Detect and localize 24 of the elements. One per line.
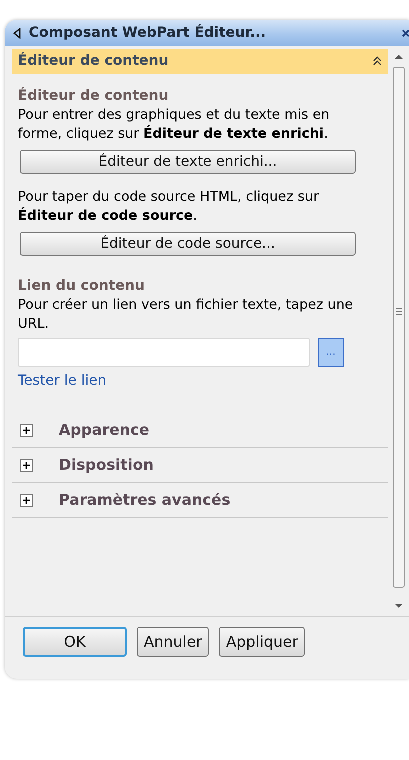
panel-title: Éditeur de contenu [18,53,169,69]
close-icon[interactable] [402,28,409,38]
section-title[interactable]: Paramètres avancés [59,491,231,509]
plus-box-icon[interactable] [20,494,33,506]
section-heading: Éditeur de contenu [18,86,170,106]
panel-header[interactable]: Éditeur de contenu [12,49,388,74]
editor-button[interactable]: Éditeur de code source... [20,232,356,256]
double-chevron-up-icon[interactable] [373,56,382,66]
plus-box-icon[interactable] [20,458,33,472]
section-heading: Lien du contenu [18,277,146,296]
back-arrow-icon[interactable] [13,28,21,38]
section-title[interactable]: Apparence [59,421,150,439]
instruction-text: Pour créer un lien vers un fichier texte, tapez une URL. [18,296,354,334]
instruction-text: Pour taper du code source HTML, cliquez sur Éditeur de code source. [18,188,320,226]
url-input-field[interactable] [18,338,310,367]
dialog-button[interactable]: OK [23,627,127,657]
dialog-button[interactable]: Appliquer [219,627,306,657]
dialog-button[interactable]: Annuler [137,627,210,657]
window-title: Composant WebPart Éditeur... [29,25,268,41]
test-link[interactable]: Tester le lien [18,373,107,389]
section-title[interactable]: Disposition [59,456,154,474]
instruction-text: Pour entrer des graphiques et du texte mis en forme, cliquez sur Éditeur de texte enrichi. [18,106,331,144]
plus-box-icon[interactable] [20,424,33,436]
editor-button[interactable]: Éditeur de texte enrichi... [20,150,356,174]
